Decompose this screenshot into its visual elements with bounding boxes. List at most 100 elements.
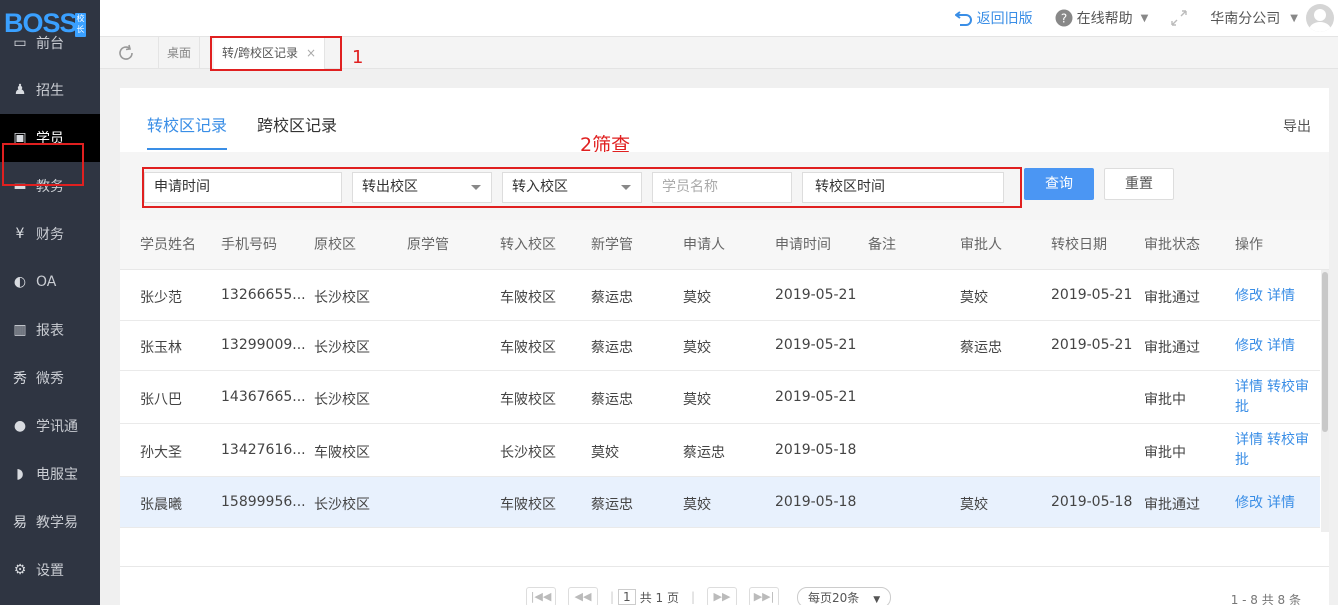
phone-service-icon: ◗ [16,466,24,482]
sidebar-item-9[interactable]: ◗ 电服宝 [0,450,100,498]
cell-applicant: 莫姣 [683,391,711,408]
sidebar-item-label: OA [36,274,57,290]
cell-phone: 13266655... [221,286,306,303]
column-header[interactable]: 手机号码 [221,220,277,270]
refresh-icon[interactable] [116,43,136,63]
record-tabs: 转校区记录 跨校区记录 [147,112,367,150]
sidebar-item-1[interactable]: ♟ 招生 [0,66,100,114]
cell-name: 张八巴 [140,391,182,408]
query-button[interactable]: 查询 [1024,168,1094,200]
export-button[interactable]: 导出 [1283,116,1311,136]
cell-transfer-date: 2019-05-18 [1051,493,1133,510]
column-header[interactable]: 审批状态 [1144,220,1200,270]
column-header[interactable]: 原校区 [314,220,356,270]
column-header[interactable]: 申请人 [683,220,725,270]
back-old-version-link[interactable]: 返回旧版 [954,8,1033,28]
column-header[interactable]: 原学管 [407,220,449,270]
location-pin-icon: ● [13,418,27,434]
column-header[interactable]: 转入校区 [500,220,556,270]
row-actions: 详情 转校审批 [1235,430,1315,470]
cell-transfer-date: 2019-05-21 [1051,337,1133,353]
action-link-secondary[interactable]: 详情 [1267,338,1295,354]
cell-status: 审批中 [1144,391,1186,408]
page-count: 共 1 页 [639,590,679,605]
cell-name: 张少范 [140,289,182,306]
table-row[interactable]: 张玉林 13299009... 长沙校区 车陂校区 蔡运忠 莫姣 2019-05-21 蔡运忠… [120,321,1320,371]
next-page-button[interactable]: ▶▶ [707,587,737,605]
wechat-show-icon: 秀 [13,371,27,387]
cell-orig: 长沙校区 [314,496,370,513]
teaching-icon: 易 [13,515,27,531]
divider [120,566,1329,567]
cell-orig: 车陂校区 [314,444,370,461]
action-link-primary[interactable]: 详情 [1235,432,1263,448]
cell-approver: 蔡运忠 [960,340,1002,356]
last-page-button[interactable]: ▶▶| [749,587,779,605]
scrollbar-thumb[interactable] [1322,272,1328,432]
company-switcher[interactable]: 华南分公司 ▼ [1210,8,1298,28]
sidebar-item-7[interactable]: 秀微秀 [0,354,100,402]
row-actions: 修改 详情 [1235,336,1315,356]
action-link-primary[interactable]: 修改 [1235,288,1263,304]
prev-page-button[interactable]: ◀◀ [568,587,598,605]
cell-applicant: 莫姣 [683,340,711,356]
cell-target: 车陂校区 [500,391,556,408]
action-link-primary[interactable]: 修改 [1235,495,1263,511]
cell-target: 车陂校区 [500,289,556,306]
table-row[interactable]: 张八巴 14367665... 长沙校区 车陂校区 蔡运忠 莫姣 2019-05-21 审批中… [120,371,1320,424]
sidebar-item-0[interactable]: ▭ 前台 [0,20,100,66]
column-header[interactable]: 新学管 [591,220,633,270]
expand-icon [1171,10,1187,26]
sidebar-item-label: 设置 [36,563,64,579]
tab-cross-campus[interactable]: 跨校区记录 [257,112,337,150]
cell-target: 长沙校区 [500,444,556,461]
column-header[interactable]: 备注 [868,220,896,270]
scrollbar[interactable] [1321,270,1329,532]
table-row[interactable]: 张晨曦 15899956... 长沙校区 车陂校区 蔡运忠 莫姣 2019-05-18 莫姣 2… [120,477,1320,528]
cell-name: 孙大圣 [140,444,182,461]
avatar[interactable] [1306,4,1334,32]
sidebar-item-4[interactable]: ¥ 财务 [0,210,100,258]
page-size-select[interactable]: 每页20条 ▼ [797,586,892,605]
fullscreen-button[interactable] [1170,9,1188,27]
sidebar-item-10[interactable]: 易教学易 [0,498,100,546]
column-header[interactable]: 转校日期 [1051,220,1107,270]
back-old-version-label: 返回旧版 [976,11,1033,27]
cell-apply-date: 2019-05-21 [775,337,857,353]
sidebar: BOSS 校长 ▭ 前台 ♟ 招生 ▣ 学员 ▬ 教务 ¥ 财务 ◐ OA ▥ 报表秀微秀 ● 学讯通 ◗ 电服宝… [0,0,100,605]
online-help-menu[interactable]: ? 在线帮助 ▼ [1055,8,1148,28]
cell-status: 审批通过 [1144,289,1200,306]
reset-button[interactable]: 重置 [1104,168,1174,200]
tab-desk[interactable]: 桌面 [158,37,201,69]
sidebar-item-11[interactable]: ⚙ 设置 [0,546,100,594]
column-header[interactable]: 学员姓名 [140,220,196,270]
cell-phone: 13299009... [221,337,306,353]
row-actions: 修改 详情 [1235,493,1315,513]
table-row[interactable]: 孙大圣 13427616... 车陂校区 长沙校区 莫姣 蔡运忠 2019-05-18 审批中… [120,424,1320,477]
cell-transfer-date: 2019-05-21 [1051,286,1133,303]
page-size-value: 每页20条 [808,590,860,605]
row-actions: 详情 转校审批 [1235,377,1315,417]
column-header[interactable]: 操作 [1235,220,1263,270]
company-label: 华南分公司 [1210,11,1281,27]
column-header[interactable]: 申请时间 [775,220,831,270]
action-link-primary[interactable]: 修改 [1235,338,1263,354]
main-card: 转校区记录 跨校区记录 导出 2筛查 申请时间 转出校区 转入校区 学员名称 转… [120,88,1329,605]
table-header: 学员姓名 手机号码 原校区 原学管 转入校区 新学管 申请人 申请时间 备注 审批人 转校日期 审批状… [120,220,1329,270]
tab-transfer-campus[interactable]: 转校区记录 [147,112,228,150]
first-page-button[interactable]: |◀◀ [526,587,556,605]
sidebar-item-8[interactable]: ● 学讯通 [0,402,100,450]
page-number-input[interactable]: 1 [618,589,636,605]
highlight-box-filters [142,167,1022,208]
action-link-secondary[interactable]: 详情 [1267,288,1295,304]
cell-applicant: 莫姣 [683,289,711,306]
action-link-primary[interactable]: 详情 [1235,379,1263,395]
bar-chart-icon: ▥ [13,322,27,338]
column-header[interactable]: 审批人 [960,220,1002,270]
action-link-secondary[interactable]: 详情 [1267,495,1295,511]
toggle-icon: ◐ [13,274,27,290]
sidebar-item-label: 微秀 [36,371,64,387]
table-row[interactable]: 张少范 13266655... 长沙校区 车陂校区 蔡运忠 莫姣 2019-05-21 莫姣 2… [120,270,1320,321]
sidebar-item-6[interactable]: ▥ 报表 [0,306,100,354]
sidebar-item-5[interactable]: ◐ OA [0,258,100,306]
